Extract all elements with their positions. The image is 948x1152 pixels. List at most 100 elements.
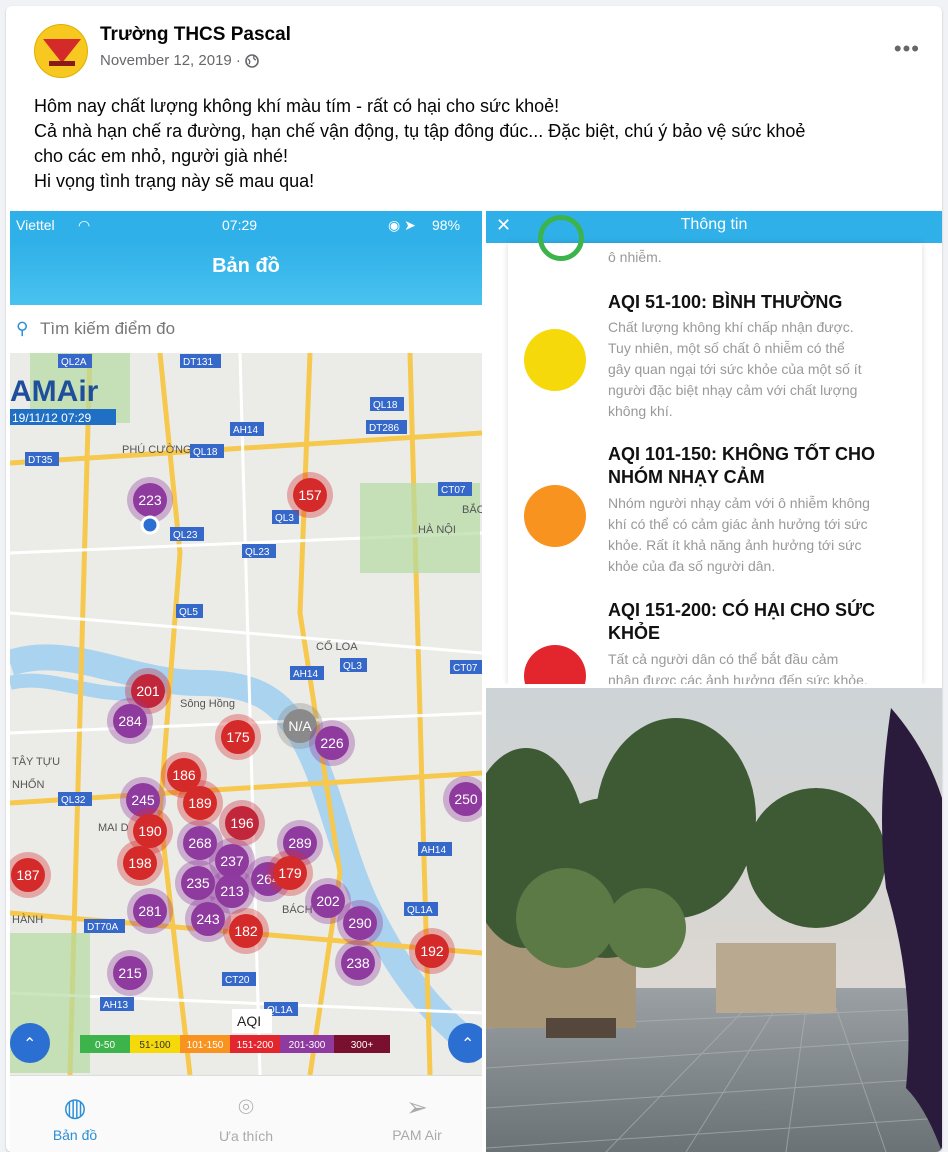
post-text: Hôm nay chất lượng không khí màu tím - r…: [34, 94, 924, 194]
post-line: Hôm nay chất lượng không khí màu tím - r…: [34, 96, 560, 116]
aqi-marker-value: 226: [320, 735, 344, 751]
road-label: AH14: [421, 845, 446, 856]
aqi-marker-value: 157: [298, 487, 322, 503]
post-line: Cả nhà hạn chế ra đường, hạn chế vận độn…: [34, 121, 806, 141]
legend-label: 300+: [351, 1040, 374, 1051]
tab-label: PAM Air: [392, 1127, 442, 1143]
good-face-icon: [538, 215, 584, 261]
map-pin-icon: ⌾: [238, 1092, 254, 1122]
aqi-marker-value: N/A: [288, 718, 312, 734]
road-label: DT70A: [87, 922, 118, 933]
road-label: QL32: [61, 795, 86, 806]
face-moderate-icon: [524, 329, 586, 391]
legend-label: 151-200: [237, 1040, 274, 1051]
aqi-marker[interactable]: 284: [107, 698, 153, 744]
map-place-label: BẮC NINH: [462, 503, 482, 516]
aqi-level-desc: Chất lượng không khí chấp nhận được. Tuy …: [608, 319, 862, 419]
tab-map[interactable]: ◍ Bản đồ: [10, 1092, 140, 1143]
aqi-marker-value: 235: [186, 875, 210, 891]
current-location-dot: [140, 515, 160, 535]
aqi-marker[interactable]: 175: [215, 714, 261, 760]
page-avatar[interactable]: [34, 24, 88, 78]
road-label: QL18: [373, 400, 398, 411]
aqi-marker[interactable]: 189: [177, 780, 223, 826]
aqi-marker-value: 175: [226, 729, 250, 745]
aqi-marker[interactable]: 196: [219, 800, 265, 846]
aqi-marker-value: 202: [316, 893, 340, 909]
aqi-marker-value: 281: [138, 903, 162, 919]
aqi-marker[interactable]: 238: [335, 940, 381, 986]
aqi-level-heading: AQI 151-200: CÓ HẠI CHO SỨC KHỎE: [608, 600, 875, 643]
search-input[interactable]: ⚲ Tìm kiếm điểm đo: [10, 311, 482, 347]
aqi-marker-value: 250: [454, 791, 478, 807]
map-place-label: HÀNH: [12, 913, 43, 926]
close-icon[interactable]: ✕: [496, 211, 511, 239]
aqi-marker[interactable]: 198: [117, 840, 163, 886]
send-icon: ➢: [406, 1092, 428, 1122]
aqi-info-card: ô nhiễm. AQI 51-100: BÌNH THƯỜNG Chất lư…: [508, 215, 922, 684]
road-label: QL23: [245, 547, 270, 558]
road-label: DT131: [183, 357, 213, 368]
aqi-marker-value: 196: [230, 815, 254, 831]
bottom-tab-bar: ◍ Bản đồ ⌾ Ưa thích ➢ PAM Air: [10, 1075, 482, 1152]
photo-aqi-info[interactable]: ✕ Thông tin ô nhiễm. AQI 51-100: BÌNH TH…: [486, 211, 942, 684]
post-date[interactable]: November 12, 2019 ·: [100, 52, 259, 69]
aqi-map[interactable]: AMAir 19/11/12 07:29 PHÚ CƯỜNG CỔ LOA TÂY …: [10, 353, 482, 1075]
aqi-marker[interactable]: 215: [107, 950, 153, 996]
aqi-marker[interactable]: 157: [287, 472, 333, 518]
map-place-label: MAI D: [98, 822, 129, 834]
aqi-marker-value: 192: [420, 943, 444, 959]
brand-logo: AMAir: [10, 375, 99, 408]
aqi-marker-value: 201: [136, 683, 160, 699]
tab-favorites[interactable]: ⌾ Ưa thích: [181, 1092, 311, 1144]
aqi-marker[interactable]: 192: [409, 928, 455, 974]
legend-title: AQI: [237, 1013, 261, 1029]
photo-pamair-map[interactable]: Viettel ◠ 07:29 ◉ ➤ 98% Bản đồ ⚲ Tìm kiế…: [10, 211, 482, 1152]
map-timestamp: 19/11/12 07:29: [12, 411, 92, 425]
road-label: QL5: [179, 607, 198, 618]
aqi-level-heading: AQI 51-100: BÌNH THƯỜNG: [608, 292, 843, 312]
aqi-marker[interactable]: 182: [223, 908, 269, 954]
aqi-marker-value: 215: [118, 965, 142, 981]
wifi-icon: ◠: [78, 217, 91, 233]
road-label: QL23: [173, 530, 198, 541]
legend-label: 101-150: [187, 1040, 224, 1051]
globe-icon: ◍: [63, 1092, 87, 1122]
photo-grid: Viettel ◠ 07:29 ◉ ➤ 98% Bản đồ ⚲ Tìm kiế…: [10, 211, 942, 1152]
aqi-marker[interactable]: 290: [337, 900, 383, 946]
road-label: AH14: [233, 425, 258, 436]
aqi-marker-value: 289: [288, 835, 312, 851]
author-name[interactable]: Trường THCS Pascal: [100, 24, 291, 46]
road-label: AH13: [103, 1000, 128, 1011]
post-date-text[interactable]: November 12, 2019 ·: [100, 52, 241, 69]
aqi-marker[interactable]: 281: [127, 888, 173, 934]
aqi-marker[interactable]: 226: [309, 720, 355, 766]
face-sensitive-icon: [524, 485, 586, 547]
aqi-marker-value: 213: [220, 883, 244, 899]
aqi-marker-value: 223: [138, 492, 162, 508]
aqi-marker-value: 237: [220, 853, 244, 869]
search-icon: ⚲: [16, 319, 29, 338]
aqi-marker-value: 198: [128, 855, 152, 871]
photo-schoolyard[interactable]: [486, 688, 942, 1152]
road-label: CT07: [453, 663, 478, 674]
aqi-marker-value: 189: [188, 795, 212, 811]
aqi-marker[interactable]: 179: [267, 850, 313, 896]
search-placeholder: Tìm kiếm điểm đo: [40, 319, 176, 338]
aqi-marker-value: 187: [16, 867, 40, 883]
map-place-label: PHÚ CƯỜNG: [122, 443, 192, 456]
road-label: QL3: [343, 661, 362, 672]
post-line: cho các em nhỏ, người già nhé!: [34, 146, 289, 166]
legend-label: 201-300: [289, 1040, 326, 1051]
map-place-label: HÀ NỘI: [418, 523, 456, 536]
road-label: CT20: [225, 975, 250, 986]
road-label: QL18: [193, 447, 218, 458]
aqi-marker-value: 268: [188, 835, 212, 851]
facebook-post: Trường THCS Pascal November 12, 2019 · •…: [6, 6, 942, 1152]
road-label: QL2A: [61, 357, 87, 368]
legend-label: 51-100: [139, 1040, 171, 1051]
tab-pamair[interactable]: ➢ PAM Air: [352, 1092, 482, 1143]
road-label: CT07: [441, 485, 466, 496]
more-options-button[interactable]: •••: [894, 36, 920, 62]
tab-label: Ưa thích: [219, 1128, 273, 1144]
